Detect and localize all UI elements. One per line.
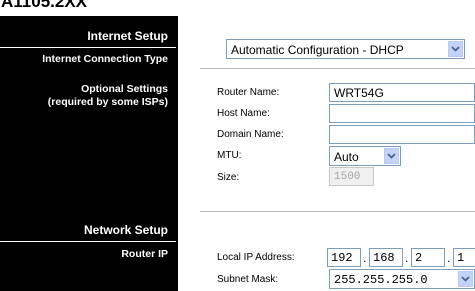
mtu-select[interactable]: Auto <box>329 146 401 166</box>
local-ip-octet-2[interactable]: 168 <box>369 248 403 267</box>
domain-name-label: Domain Name: <box>217 129 284 140</box>
sidebar-divider <box>0 241 176 242</box>
size-label: Size: <box>217 172 240 183</box>
host-name-label: Host Name: <box>217 108 270 119</box>
label-router-ip: Router IP <box>121 248 168 260</box>
label-internet-connection-type: Internet Connection Type <box>42 53 168 65</box>
mtu-label: MTU: <box>217 150 242 161</box>
subnet-mask-value: 255.255.255.0 <box>334 273 428 287</box>
settings-content: Automatic Configuration - DHCP Router Na… <box>178 16 475 291</box>
local-ip-octet-3[interactable]: 2 <box>411 248 445 267</box>
subnet-mask-label: Subnet Mask: <box>217 274 279 285</box>
domain-name-field[interactable] <box>329 125 475 144</box>
router-name-label: Router Name: <box>217 87 280 98</box>
mtu-value: Auto <box>334 150 359 164</box>
sidebar-divider <box>0 47 176 48</box>
partial-header-text: A1105.2XX <box>1 0 88 11</box>
chevron-down-icon[interactable] <box>448 41 463 57</box>
local-ip-octet-4[interactable]: 1 <box>453 248 475 267</box>
subnet-mask-select[interactable]: 255.255.255.0 <box>329 269 475 289</box>
local-ip-octet-1[interactable]: 192 <box>327 248 361 267</box>
label-optional-settings-note: (required by some ISPs) <box>47 96 168 108</box>
mtu-size-field: 1500 <box>329 167 374 186</box>
settings-sidebar: Internet Setup Internet Connection Type … <box>0 16 176 291</box>
ip-separator: . <box>405 251 409 265</box>
label-optional-settings: Optional Settings <box>81 83 168 95</box>
chevron-down-icon[interactable] <box>384 148 399 164</box>
ip-separator: . <box>363 251 367 265</box>
host-name-field[interactable] <box>329 104 475 123</box>
content-divider <box>200 68 475 69</box>
chevron-down-icon[interactable] <box>458 271 473 287</box>
router-name-field[interactable]: WRT54G <box>329 83 475 102</box>
section-heading-internet-setup: Internet Setup <box>87 29 168 43</box>
local-ip-address-label: Local IP Address: <box>217 252 295 263</box>
section-heading-network-setup: Network Setup <box>83 223 168 237</box>
internet-connection-type-value: Automatic Configuration - DHCP <box>231 43 404 57</box>
internet-connection-type-select[interactable]: Automatic Configuration - DHCP <box>226 39 465 59</box>
ip-separator: . <box>447 251 451 265</box>
content-divider <box>200 211 475 212</box>
partial-page-header: A1105.2XX <box>0 0 475 16</box>
